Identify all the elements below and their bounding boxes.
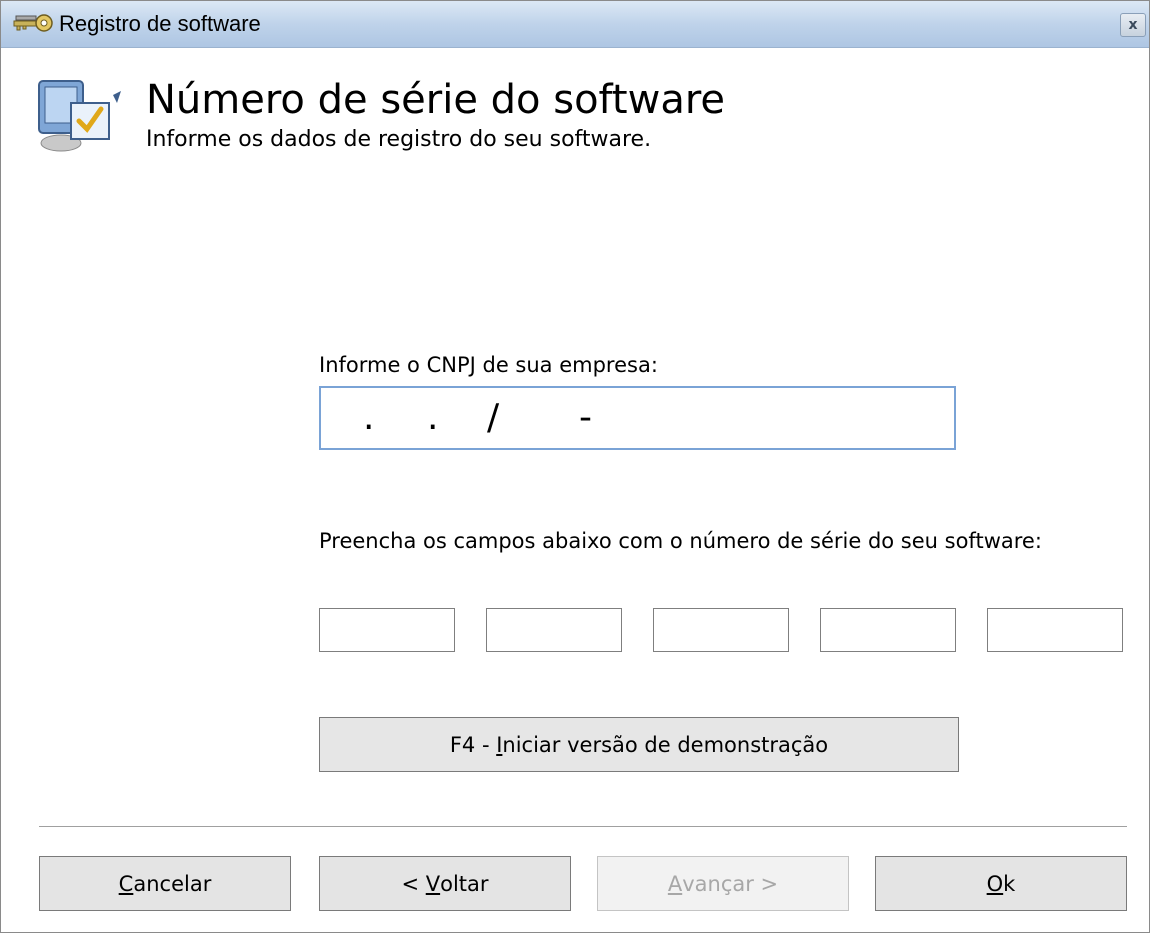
- page-subtitle: Informe os dados de registro do seu soft…: [146, 127, 652, 152]
- next-accel: A: [667, 871, 683, 896]
- cancel-label: ancelar: [133, 871, 212, 896]
- start-demo-button[interactable]: F4 - Iniciar versão de demonstração: [319, 717, 959, 772]
- close-button[interactable]: x: [1120, 13, 1146, 37]
- cnpj-mask-dot-2: .: [427, 397, 439, 438]
- next-label: vançar >: [682, 871, 779, 896]
- next-button[interactable]: Avançar >: [597, 856, 849, 911]
- serial-field-5[interactable]: [987, 608, 1123, 652]
- footer-separator: [39, 826, 1127, 828]
- start-demo-prefix: F4 -: [449, 732, 497, 757]
- registration-dialog: Registro de software x Número de série d…: [0, 0, 1150, 933]
- cnpj-mask-dot-1: .: [363, 397, 375, 438]
- serial-field-4[interactable]: [820, 608, 956, 652]
- serial-label: Preencha os campos abaixo com o número d…: [319, 529, 1042, 553]
- page-title: Número de série do software: [146, 77, 726, 123]
- cnpj-mask-slash: /: [487, 397, 500, 438]
- close-icon: x: [1128, 17, 1138, 33]
- cancel-button[interactable]: Cancelar: [39, 856, 291, 911]
- back-button[interactable]: < Voltar: [319, 856, 571, 911]
- serial-field-1[interactable]: [319, 608, 455, 652]
- serial-field-3[interactable]: [653, 608, 789, 652]
- start-demo-label: niciar versão de demonstração: [502, 732, 829, 757]
- title-bar[interactable]: Registro de software x: [1, 1, 1149, 48]
- back-accel: V: [425, 871, 441, 896]
- ok-label: k: [1003, 871, 1016, 896]
- cancel-accel: C: [118, 871, 134, 896]
- cnpj-input[interactable]: . . / -: [319, 386, 956, 450]
- computer-checkmark-icon: [38, 80, 121, 152]
- keys-icon: [13, 14, 53, 32]
- back-prefix: <: [401, 871, 426, 896]
- cnpj-mask-dash: -: [579, 397, 592, 438]
- cnpj-label: Informe o CNPJ de sua empresa:: [319, 353, 658, 377]
- window-title: Registro de software: [59, 11, 261, 36]
- ok-accel: O: [986, 871, 1004, 896]
- back-label: oltar: [440, 871, 489, 896]
- ok-button[interactable]: Ok: [875, 856, 1127, 911]
- serial-field-2[interactable]: [486, 608, 622, 652]
